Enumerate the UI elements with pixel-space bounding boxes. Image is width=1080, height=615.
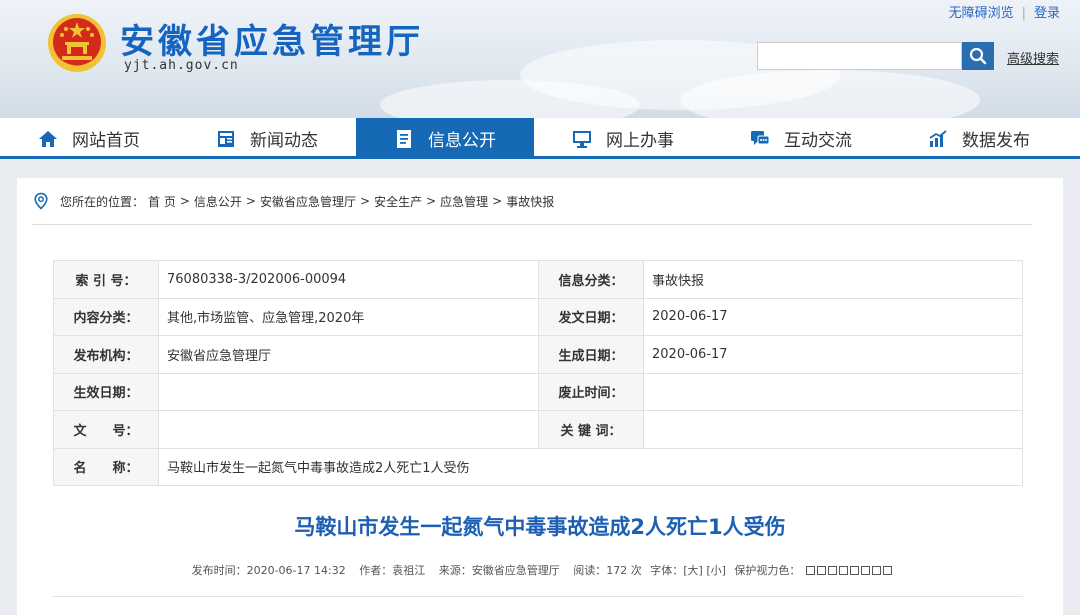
doc-number-label: 文 号： bbox=[53, 410, 159, 449]
nav-online-service[interactable]: 网上办事 bbox=[534, 118, 712, 159]
news-icon bbox=[216, 129, 236, 149]
content-category-label: 内容分类： bbox=[53, 297, 159, 336]
issue-date-value: 2020-06-17 bbox=[643, 297, 1023, 336]
breadcrumb-separator: > bbox=[492, 194, 503, 208]
accessibility-link[interactable]: 无障碍浏览 bbox=[949, 6, 1014, 21]
main-nav: 网站首页 新闻动态 信息公开 网上办事 互动交流 数据发布 bbox=[0, 118, 1080, 159]
color-swatch[interactable] bbox=[850, 566, 860, 575]
read-count: 阅读：172 次 bbox=[573, 564, 642, 577]
color-swatch[interactable] bbox=[861, 566, 871, 575]
chat-icon bbox=[750, 129, 770, 149]
effective-date-value bbox=[158, 372, 539, 411]
table-row: 内容分类： 其他,市场监管、应急管理,2020年 发文日期： 2020-06-1… bbox=[53, 297, 1023, 336]
national-emblem-icon[interactable] bbox=[46, 12, 108, 74]
created-date-label: 生成日期： bbox=[538, 335, 644, 374]
breadcrumb-item-department[interactable]: 安徽省应急管理厅 bbox=[260, 193, 356, 210]
chart-icon bbox=[928, 129, 948, 149]
nav-home[interactable]: 网站首页 bbox=[0, 118, 178, 159]
table-row: 索 引 号： 76080338-3/202006-00094 信息分类： 事故快… bbox=[53, 260, 1023, 299]
breadcrumb-prefix: 您所在的位置： bbox=[60, 194, 145, 209]
nav-label: 新闻动态 bbox=[250, 131, 318, 151]
doc-number-value bbox=[158, 410, 539, 449]
table-row: 名 称： 马鞍山市发生一起氮气中毒事故造成2人死亡1人受伤 bbox=[53, 447, 1023, 486]
publisher-value: 安徽省应急管理厅 bbox=[158, 335, 539, 374]
category-value: 事故快报 bbox=[643, 260, 1023, 299]
nav-label: 网上办事 bbox=[606, 131, 674, 151]
nav-label: 数据发布 bbox=[962, 131, 1030, 151]
breadcrumb-item-emergency[interactable]: 应急管理 bbox=[440, 193, 488, 210]
monitor-icon bbox=[572, 129, 592, 149]
nav-label: 网站首页 bbox=[72, 131, 140, 151]
breadcrumb-item-info-public[interactable]: 信息公开 bbox=[194, 193, 242, 210]
table-row: 发布机构： 安徽省应急管理厅 生成日期： 2020-06-17 bbox=[53, 335, 1023, 374]
top-links: 无障碍浏览 | 登录 bbox=[949, 2, 1060, 21]
category-label: 信息分类： bbox=[538, 260, 644, 299]
color-swatch[interactable] bbox=[806, 566, 816, 575]
color-swatch[interactable] bbox=[839, 566, 849, 575]
nav-news[interactable]: 新闻动态 bbox=[178, 118, 356, 159]
name-label: 名 称： bbox=[53, 447, 159, 486]
breadcrumb-separator: > bbox=[179, 194, 190, 208]
divider bbox=[53, 596, 1023, 597]
source: 来源：安徽省应急管理厅 bbox=[438, 564, 560, 577]
nav-data-release[interactable]: 数据发布 bbox=[890, 118, 1068, 159]
index-value: 76080338-3/202006-00094 bbox=[158, 260, 539, 299]
breadcrumb-separator: > bbox=[360, 194, 371, 208]
site-url: yjt.ah.gov.cn bbox=[124, 58, 239, 73]
font-large-button[interactable]: [大] bbox=[683, 564, 703, 577]
publish-time: 发布时间：2020-06-17 14:32 bbox=[191, 564, 346, 577]
index-label: 索 引 号： bbox=[53, 260, 159, 299]
created-date-value: 2020-06-17 bbox=[643, 335, 1023, 374]
issue-date-label: 发文日期： bbox=[538, 297, 644, 336]
advanced-search-link[interactable]: 高级搜索 bbox=[1007, 48, 1059, 67]
home-icon bbox=[38, 129, 58, 149]
author: 作者：袁祖江 bbox=[359, 564, 426, 577]
top-links-separator: | bbox=[1021, 6, 1026, 21]
nav-label: 信息公开 bbox=[428, 131, 496, 151]
login-link[interactable]: 登录 bbox=[1034, 6, 1060, 21]
location-icon bbox=[34, 192, 48, 210]
table-row: 生效日期： 废止时间： bbox=[53, 372, 1023, 411]
name-value: 马鞍山市发生一起氮气中毒事故造成2人死亡1人受伤 bbox=[158, 447, 1023, 486]
site-title[interactable]: 安徽省应急管理厅 bbox=[120, 14, 424, 63]
vision-color-label: 保护视力色： bbox=[734, 564, 801, 577]
keywords-label: 关 键 词： bbox=[538, 410, 644, 449]
keywords-value bbox=[643, 410, 1023, 449]
nav-info-public[interactable]: 信息公开 bbox=[356, 118, 534, 159]
nav-interaction[interactable]: 互动交流 bbox=[712, 118, 890, 159]
abolish-time-label: 废止时间： bbox=[538, 372, 644, 411]
search-button[interactable] bbox=[962, 42, 994, 70]
article-meta: 发布时间：2020-06-17 14:32 作者：袁祖江 来源：安徽省应急管理厅… bbox=[17, 562, 1063, 578]
effective-date-label: 生效日期： bbox=[53, 372, 159, 411]
font-small-button[interactable]: [小] bbox=[706, 564, 726, 577]
site-header: 安徽省应急管理厅 yjt.ah.gov.cn 无障碍浏览 | 登录 高级搜索 bbox=[0, 0, 1080, 118]
divider bbox=[32, 224, 1032, 225]
color-swatch[interactable] bbox=[872, 566, 882, 575]
content-category-value: 其他,市场监管、应急管理,2020年 bbox=[158, 297, 539, 336]
nav-label: 互动交流 bbox=[784, 131, 852, 151]
search-input[interactable] bbox=[757, 42, 962, 70]
info-table: 索 引 号： 76080338-3/202006-00094 信息分类： 事故快… bbox=[53, 260, 1023, 486]
breadcrumb-separator: > bbox=[245, 194, 256, 208]
publisher-label: 发布机构： bbox=[53, 335, 159, 374]
breadcrumb-item-home[interactable]: 首 页 bbox=[148, 193, 176, 210]
search-icon bbox=[969, 47, 987, 65]
breadcrumb-item-accident-report[interactable]: 事故快报 bbox=[506, 193, 554, 210]
document-icon bbox=[394, 129, 414, 149]
font-size-label: 字体： bbox=[650, 564, 684, 577]
color-swatch[interactable] bbox=[883, 566, 893, 575]
breadcrumb: 您所在的位置： 首 页 > 信息公开 > 安徽省应急管理厅 > 安全生产 > 应… bbox=[32, 192, 554, 210]
table-row: 文 号： 关 键 词： bbox=[53, 410, 1023, 449]
content-area: 您所在的位置： 首 页 > 信息公开 > 安徽省应急管理厅 > 安全生产 > 应… bbox=[17, 178, 1063, 615]
article-title: 马鞍山市发生一起氮气中毒事故造成2人死亡1人受伤 bbox=[294, 515, 786, 539]
abolish-time-value bbox=[643, 372, 1023, 411]
breadcrumb-separator: > bbox=[426, 194, 437, 208]
breadcrumb-item-safety[interactable]: 安全生产 bbox=[374, 193, 422, 210]
color-swatch[interactable] bbox=[817, 566, 827, 575]
color-swatch[interactable] bbox=[828, 566, 838, 575]
